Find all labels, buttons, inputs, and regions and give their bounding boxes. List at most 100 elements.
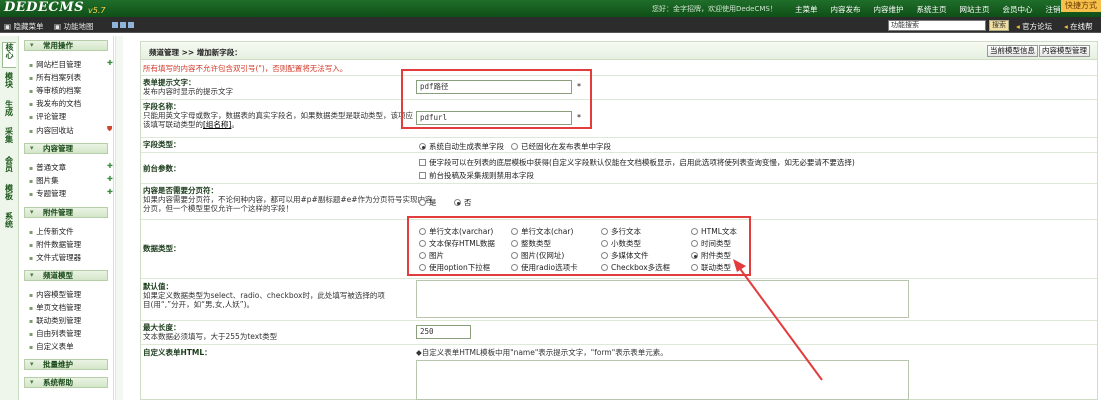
paging-no-radio[interactable]: 否 bbox=[454, 197, 472, 208]
top-nav: 主菜单 内容发布 内容维护 系统主页 网站主页 会员中心 注销 bbox=[795, 4, 1074, 15]
breadcrumb-row: 频道管理 >> 增加新字段： 当前模型信息 内容模型管理 bbox=[141, 42, 1097, 60]
shield-icon: ⛊ bbox=[107, 125, 113, 133]
sidebar-item-my-docs[interactable]: 我发布的文档 bbox=[29, 98, 81, 109]
field-title: 字段名称： bbox=[143, 102, 181, 111]
model-info-button[interactable]: 当前模型信息 bbox=[987, 45, 1038, 57]
default-value-row: 默认值： 如果定义数据类型为select、radio、checkbox时，此处填写… bbox=[141, 278, 1097, 319]
field-desc: 发布内容时显示的提示文字 bbox=[143, 87, 233, 96]
nav-site-home[interactable]: 网站主页 bbox=[960, 4, 990, 15]
sidebar-section-content[interactable]: ▾ 内容管理 bbox=[24, 143, 108, 154]
forum-link[interactable]: ◂ 官方论坛 bbox=[1016, 21, 1052, 32]
max-length-input[interactable]: 250 bbox=[416, 325, 471, 339]
field-name-row: 字段名称： 只能用英文字母或数字，数据表的真实字段名，如果数据类型是联动类型，该项… bbox=[141, 99, 1097, 136]
sidebar-item-model-manage[interactable]: 内容模型管理 bbox=[29, 289, 81, 300]
top-bar: DEDECMS v5.7 您好：金字招牌，欢迎使用DedeCMS！ 主菜单 内容… bbox=[0, 0, 1101, 17]
nav-maintain[interactable]: 内容维护 bbox=[874, 4, 904, 15]
tab-core[interactable]: 核心 bbox=[2, 42, 16, 68]
chevron-down-icon: ▾ bbox=[30, 271, 34, 279]
layout-icons[interactable] bbox=[112, 22, 134, 28]
default-value-textarea[interactable] bbox=[416, 280, 909, 318]
sidebar-item-single-page[interactable]: 单页文档管理 bbox=[29, 302, 81, 313]
model-manage-button[interactable]: 内容模型管理 bbox=[1039, 45, 1090, 57]
tab-module[interactable]: 模块 bbox=[2, 72, 16, 98]
search-button[interactable]: 搜索 bbox=[989, 20, 1009, 31]
max-length-row: 最大长度： 文本数据必须填写，大于255为text类型 250 bbox=[141, 320, 1097, 343]
field-desc: 目(用“,”分开，如“男,女,人妖”)。 bbox=[143, 300, 255, 309]
field-title: 字段类型： bbox=[143, 140, 181, 149]
field-title: 表单提示文字： bbox=[143, 78, 196, 87]
nav-logout[interactable]: 注销 bbox=[1046, 4, 1061, 15]
sidebar-item-all-archives[interactable]: 所有档案列表 bbox=[29, 72, 81, 83]
chevron-down-icon: ▾ bbox=[30, 208, 34, 216]
function-map-link[interactable]: ▣ 功能地图 bbox=[54, 21, 93, 32]
nav-main-menu[interactable]: 主菜单 bbox=[795, 4, 818, 15]
field-desc: 只能用英文字母或数字，数据表的真实字段名，如果数据类型是联动类型，该项应 bbox=[143, 111, 413, 120]
sidebar-item-file-manager[interactable]: 文件式管理器 bbox=[29, 252, 81, 263]
sidebar-item-custom-form[interactable]: 自定义表单 bbox=[29, 341, 74, 352]
annotation-box bbox=[407, 216, 751, 276]
sidebar-item-images[interactable]: 图片集 bbox=[29, 175, 59, 186]
add-icon[interactable]: ✚ bbox=[107, 59, 113, 67]
frontend-row: 前台参数： 使字段可以在列表的底层模板中获得(自定义字段默认仅能在文档模板显示，… bbox=[141, 152, 1097, 182]
sidebar-section-attachment[interactable]: ▾ 附件管理 bbox=[24, 207, 108, 218]
sidebar-item-article[interactable]: 普通文章 bbox=[29, 162, 66, 173]
nav-system-home[interactable]: 系统主页 bbox=[917, 4, 947, 15]
chevron-down-icon: ▾ bbox=[30, 360, 34, 368]
sidebar-item-column-manage[interactable]: 网站栏目管理 bbox=[29, 59, 81, 70]
field-title: 最大长度： bbox=[143, 323, 181, 332]
sidebar-section-channel-model[interactable]: ▾ 频道模型 bbox=[24, 270, 108, 281]
field-desc: 如果内容需要分页符，不论何种内容，都可以用#p#副标题#e#作为分页符号实现内容 bbox=[143, 195, 433, 204]
sidebar-section-help[interactable]: ▾ 系统帮助 bbox=[24, 377, 108, 388]
sidebar: ▾常用操作 网站栏目管理 ✚ 所有档案列表 等审核的档案 我发布的文档 评论管理… bbox=[20, 36, 114, 400]
frontend-disable-checkbox[interactable]: 前台投稿及采集规则禁用本字段 bbox=[419, 170, 534, 181]
sidebar-item-recycle[interactable]: 内容回收站 bbox=[29, 125, 74, 136]
custom-html-textarea[interactable] bbox=[416, 360, 909, 400]
field-desc: 分页，但一个模型里仅允许一个这样的字段！ bbox=[143, 204, 293, 213]
field-title: 内容是否需要分页符： bbox=[143, 186, 218, 195]
paging-yes-radio[interactable]: 是 bbox=[419, 197, 437, 208]
quick-button[interactable]: 快捷方式 bbox=[1061, 0, 1101, 12]
field-type-fixed-radio[interactable]: 已经固化在发布表单中字段 bbox=[511, 141, 611, 152]
frontend-list-checkbox[interactable]: 使字段可以在列表的底层模板中获得(自定义字段默认仅能在文档模板显示，启用此选项将… bbox=[419, 157, 855, 168]
field-desc: 如果定义数据类型为select、radio、checkbox时，此处填写被选择的… bbox=[143, 291, 385, 300]
field-title: 自定义表单HTML： bbox=[143, 348, 212, 357]
group-name-link[interactable]: [组名称] bbox=[203, 120, 231, 129]
chevron-down-icon: ▾ bbox=[30, 144, 34, 152]
custom-html-hint: ◆自定义表单HTML模板中用"name"表示提示文字，"form"表示表单元素。 bbox=[416, 348, 668, 357]
sidebar-section-common[interactable]: ▾ 常用操作 bbox=[24, 40, 108, 51]
add-icon[interactable]: ✚ bbox=[107, 162, 113, 170]
tab-template[interactable]: 模板 bbox=[2, 184, 16, 210]
search-input[interactable]: 功能搜索 bbox=[888, 20, 986, 31]
sidebar-item-attachment-data[interactable]: 附件数据管理 bbox=[29, 239, 81, 250]
field-type-row: 字段类型： 系统自动生成表单字段 已经固化在发布表单中字段 bbox=[141, 137, 1097, 151]
sidebar-item-linkage[interactable]: 联动类别管理 bbox=[29, 315, 81, 326]
sidebar-item-free-list[interactable]: 自由列表管理 bbox=[29, 328, 81, 339]
sidebar-item-pending[interactable]: 等审核的档案 bbox=[29, 85, 81, 96]
logo-version: v5.7 bbox=[88, 6, 106, 15]
add-icon[interactable]: ✚ bbox=[107, 175, 113, 183]
tab-collect[interactable]: 采集 bbox=[2, 127, 16, 153]
notice-text: 所有填写的内容不允许包含双引号(")，否则配置将无法写入。 bbox=[143, 64, 348, 73]
sidebar-item-comments[interactable]: 评论管理 bbox=[29, 111, 66, 122]
sidebar-item-topics[interactable]: 专题管理 bbox=[29, 188, 66, 199]
nav-publish[interactable]: 内容发布 bbox=[831, 4, 861, 15]
tab-generate[interactable]: 生成 bbox=[2, 100, 16, 126]
add-icon[interactable]: ✚ bbox=[107, 188, 113, 196]
field-type-auto-radio[interactable]: 系统自动生成表单字段 bbox=[419, 141, 504, 152]
custom-html-row: 自定义表单HTML： ◆自定义表单HTML模板中用"name"表示提示文字，"f… bbox=[141, 344, 1097, 401]
logo: DEDECMS bbox=[4, 0, 84, 15]
field-desc: 文本数据必须填写，大于255为text类型 bbox=[143, 332, 278, 341]
form-label-row: 表单提示文字： 发布内容时显示的提示文字 pdf路径 * bbox=[141, 75, 1097, 98]
tab-member[interactable]: 会员 bbox=[2, 156, 16, 182]
field-desc: 该填写联动类型的 bbox=[143, 120, 203, 129]
sidebar-item-upload[interactable]: 上传新文件 bbox=[29, 226, 74, 237]
breadcrumb: 频道管理 >> 增加新字段： bbox=[149, 48, 242, 57]
online-help-link[interactable]: ◂ 在线帮 bbox=[1064, 21, 1093, 32]
field-title: 数据类型： bbox=[143, 244, 181, 253]
splitter-bar[interactable] bbox=[115, 36, 123, 400]
sidebar-section-batch[interactable]: ▾ 批量维护 bbox=[24, 359, 108, 370]
hide-menu-link[interactable]: ▣ 隐藏菜单 bbox=[4, 21, 43, 32]
chevron-down-icon: ▾ bbox=[30, 378, 34, 386]
tab-system[interactable]: 系统 bbox=[2, 212, 16, 238]
nav-member-center[interactable]: 会员中心 bbox=[1003, 4, 1033, 15]
